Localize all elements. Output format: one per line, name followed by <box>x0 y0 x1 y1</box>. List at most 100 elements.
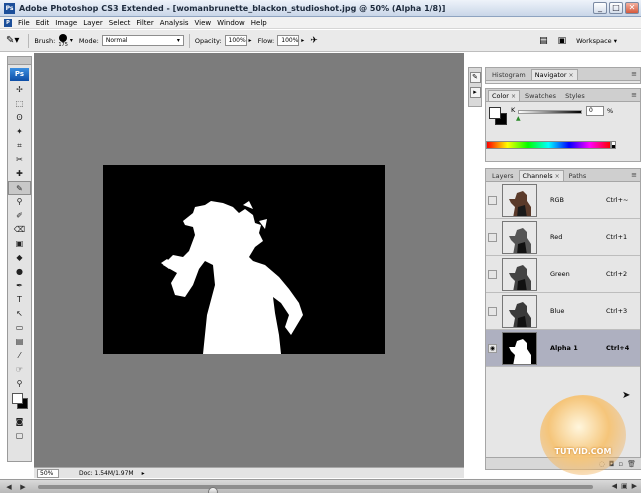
black-white-ramp[interactable] <box>611 141 616 149</box>
brush-dropdown-icon[interactable]: ▾ <box>70 37 73 44</box>
close-button[interactable]: ✕ <box>625 2 639 14</box>
menu-window[interactable]: Window <box>217 19 245 27</box>
status-menu-arrow-icon[interactable]: ▸ <box>142 470 145 477</box>
channel-row-red[interactable]: Red Ctrl+1 <box>486 219 640 256</box>
tab-color[interactable]: Color × <box>488 90 521 101</box>
bridge-icon[interactable]: ▣ <box>558 36 567 46</box>
layer-comps-icon[interactable]: ▸ <box>469 87 481 98</box>
toolbox-header[interactable] <box>8 57 31 65</box>
tab-histogram[interactable]: Histogram <box>488 69 530 80</box>
maximize-button[interactable]: □ <box>609 2 623 14</box>
channel-row-blue[interactable]: Blue Ctrl+3 <box>486 293 640 330</box>
ps-logo[interactable]: Ps <box>10 68 29 81</box>
flow-field[interactable]: 100% <box>277 35 300 46</box>
next-icon[interactable]: ▶ <box>632 482 637 490</box>
tab-navigator[interactable]: Navigator × <box>530 69 578 80</box>
seek-handle[interactable] <box>208 487 218 493</box>
new-channel-icon[interactable]: ▫ <box>618 460 623 468</box>
color-ramp[interactable] <box>486 141 611 149</box>
quick-mask-icon[interactable]: ◙ <box>8 415 31 429</box>
menu-analysis[interactable]: Analysis <box>160 19 189 27</box>
menu-view[interactable]: View <box>195 19 212 27</box>
palette-well-icon[interactable]: ▤ <box>539 36 548 46</box>
crop-tool-icon[interactable]: ⌗ <box>8 139 31 153</box>
tab-paths[interactable]: Paths <box>565 170 591 181</box>
shape-tool-icon[interactable]: ▭ <box>8 321 31 335</box>
play-icon[interactable]: ▶ <box>18 482 28 492</box>
tab-layers[interactable]: Layers <box>488 170 518 181</box>
workspace-menu[interactable]: Workspace ▾ <box>576 37 617 45</box>
menu-filter[interactable]: Filter <box>136 19 153 27</box>
path-selection-tool-icon[interactable]: ↖ <box>8 307 31 321</box>
color-swatches[interactable] <box>8 391 31 415</box>
blur-tool-icon[interactable]: ◆ <box>8 251 31 265</box>
menu-image[interactable]: Image <box>55 19 77 27</box>
visibility-toggle[interactable] <box>488 306 497 316</box>
brush-tool-icon[interactable]: ✎ <box>8 181 31 195</box>
menu-help[interactable]: Help <box>251 19 267 27</box>
tab-swatches[interactable]: Swatches <box>521 90 560 101</box>
slider-thumb-icon[interactable]: ▲ <box>516 115 521 122</box>
channel-row-rgb[interactable]: RGB Ctrl+~ <box>486 182 640 219</box>
move-tool-icon[interactable]: ✢ <box>8 83 31 97</box>
document-canvas[interactable] <box>103 165 385 354</box>
tool-presets-icon[interactable]: ✎ <box>469 72 481 83</box>
panel-menu-icon[interactable]: ≡ <box>631 171 637 179</box>
foreground-color-swatch[interactable] <box>489 107 501 119</box>
menu-file[interactable]: File <box>18 19 30 27</box>
airbrush-icon[interactable]: ✈ <box>310 36 318 46</box>
seek-bar[interactable] <box>38 485 593 493</box>
visibility-toggle[interactable] <box>488 269 497 279</box>
dodge-tool-icon[interactable]: ● <box>8 265 31 279</box>
previous-icon[interactable]: ◀ <box>4 482 14 492</box>
screen-mode-icon[interactable]: ▢ <box>8 429 31 443</box>
marquee-tool-icon[interactable]: ⬚ <box>8 97 31 111</box>
foreground-color-swatch[interactable] <box>12 393 23 404</box>
channel-row-alpha-1[interactable]: ◉ Alpha 1 Ctrl+4 <box>486 330 640 367</box>
gradient-tool-icon[interactable]: ▣ <box>8 237 31 251</box>
close-icon[interactable]: × <box>569 72 574 79</box>
delete-channel-icon[interactable]: 🗑 <box>627 460 636 468</box>
menu-select[interactable]: Select <box>109 19 131 27</box>
zoom-level-field[interactable]: 50% <box>37 468 59 478</box>
fullscreen-icon[interactable]: ▣ <box>621 482 628 490</box>
document-size-info[interactable]: Doc: 1.54M/1.97M <box>79 470 134 477</box>
eyedropper-tool-icon[interactable]: ⁄ <box>8 349 31 363</box>
eye-icon[interactable]: ◉ <box>488 343 497 353</box>
healing-brush-tool-icon[interactable]: ✚ <box>8 167 31 181</box>
minimize-button[interactable]: _ <box>593 2 607 14</box>
close-icon[interactable]: × <box>555 173 560 180</box>
panel-menu-icon[interactable]: ≡ <box>631 91 637 99</box>
zoom-tool-icon[interactable]: ⚲ <box>8 377 31 391</box>
magic-wand-tool-icon[interactable]: ✦ <box>8 125 31 139</box>
visibility-toggle[interactable] <box>488 195 497 205</box>
channel-row-green[interactable]: Green Ctrl+2 <box>486 256 640 293</box>
menu-layer[interactable]: Layer <box>83 19 103 27</box>
ps-menu-icon[interactable]: P <box>4 18 12 27</box>
k-value-field[interactable]: 0 <box>586 106 604 116</box>
pen-tool-icon[interactable]: ✒ <box>8 279 31 293</box>
volume-icon[interactable]: ◀ <box>612 482 617 490</box>
lasso-tool-icon[interactable]: ʘ <box>8 111 31 125</box>
visibility-toggle[interactable] <box>488 232 497 242</box>
type-tool-icon[interactable]: T <box>8 293 31 307</box>
tab-styles[interactable]: Styles <box>561 90 589 101</box>
brush-tool-icon[interactable]: ✎▾ <box>6 35 19 46</box>
k-slider[interactable] <box>518 110 582 114</box>
mode-select[interactable]: Normal ▾ <box>101 35 184 46</box>
panel-menu-icon[interactable]: ≡ <box>631 70 637 78</box>
opacity-field[interactable]: 100% <box>224 35 247 46</box>
history-brush-tool-icon[interactable]: ✐ <box>8 209 31 223</box>
hand-tool-icon[interactable]: ☞ <box>8 363 31 377</box>
menu-edit[interactable]: Edit <box>36 19 50 27</box>
brush-preset-picker[interactable]: 175 <box>58 33 68 48</box>
clone-stamp-tool-icon[interactable]: ⚲ <box>8 195 31 209</box>
notes-tool-icon[interactable]: ▤ <box>8 335 31 349</box>
close-icon[interactable]: × <box>511 93 516 100</box>
slice-tool-icon[interactable]: ✂ <box>8 153 31 167</box>
channel-list: RGB Ctrl+~ Red Ctrl+1 Green Ctrl+2 Blue <box>486 182 640 367</box>
flow-dropdown-icon[interactable]: ▸ <box>301 37 304 44</box>
eraser-tool-icon[interactable]: ⌫ <box>8 223 31 237</box>
tab-channels[interactable]: Channels × <box>518 170 564 181</box>
opacity-dropdown-icon[interactable]: ▸ <box>249 37 252 44</box>
